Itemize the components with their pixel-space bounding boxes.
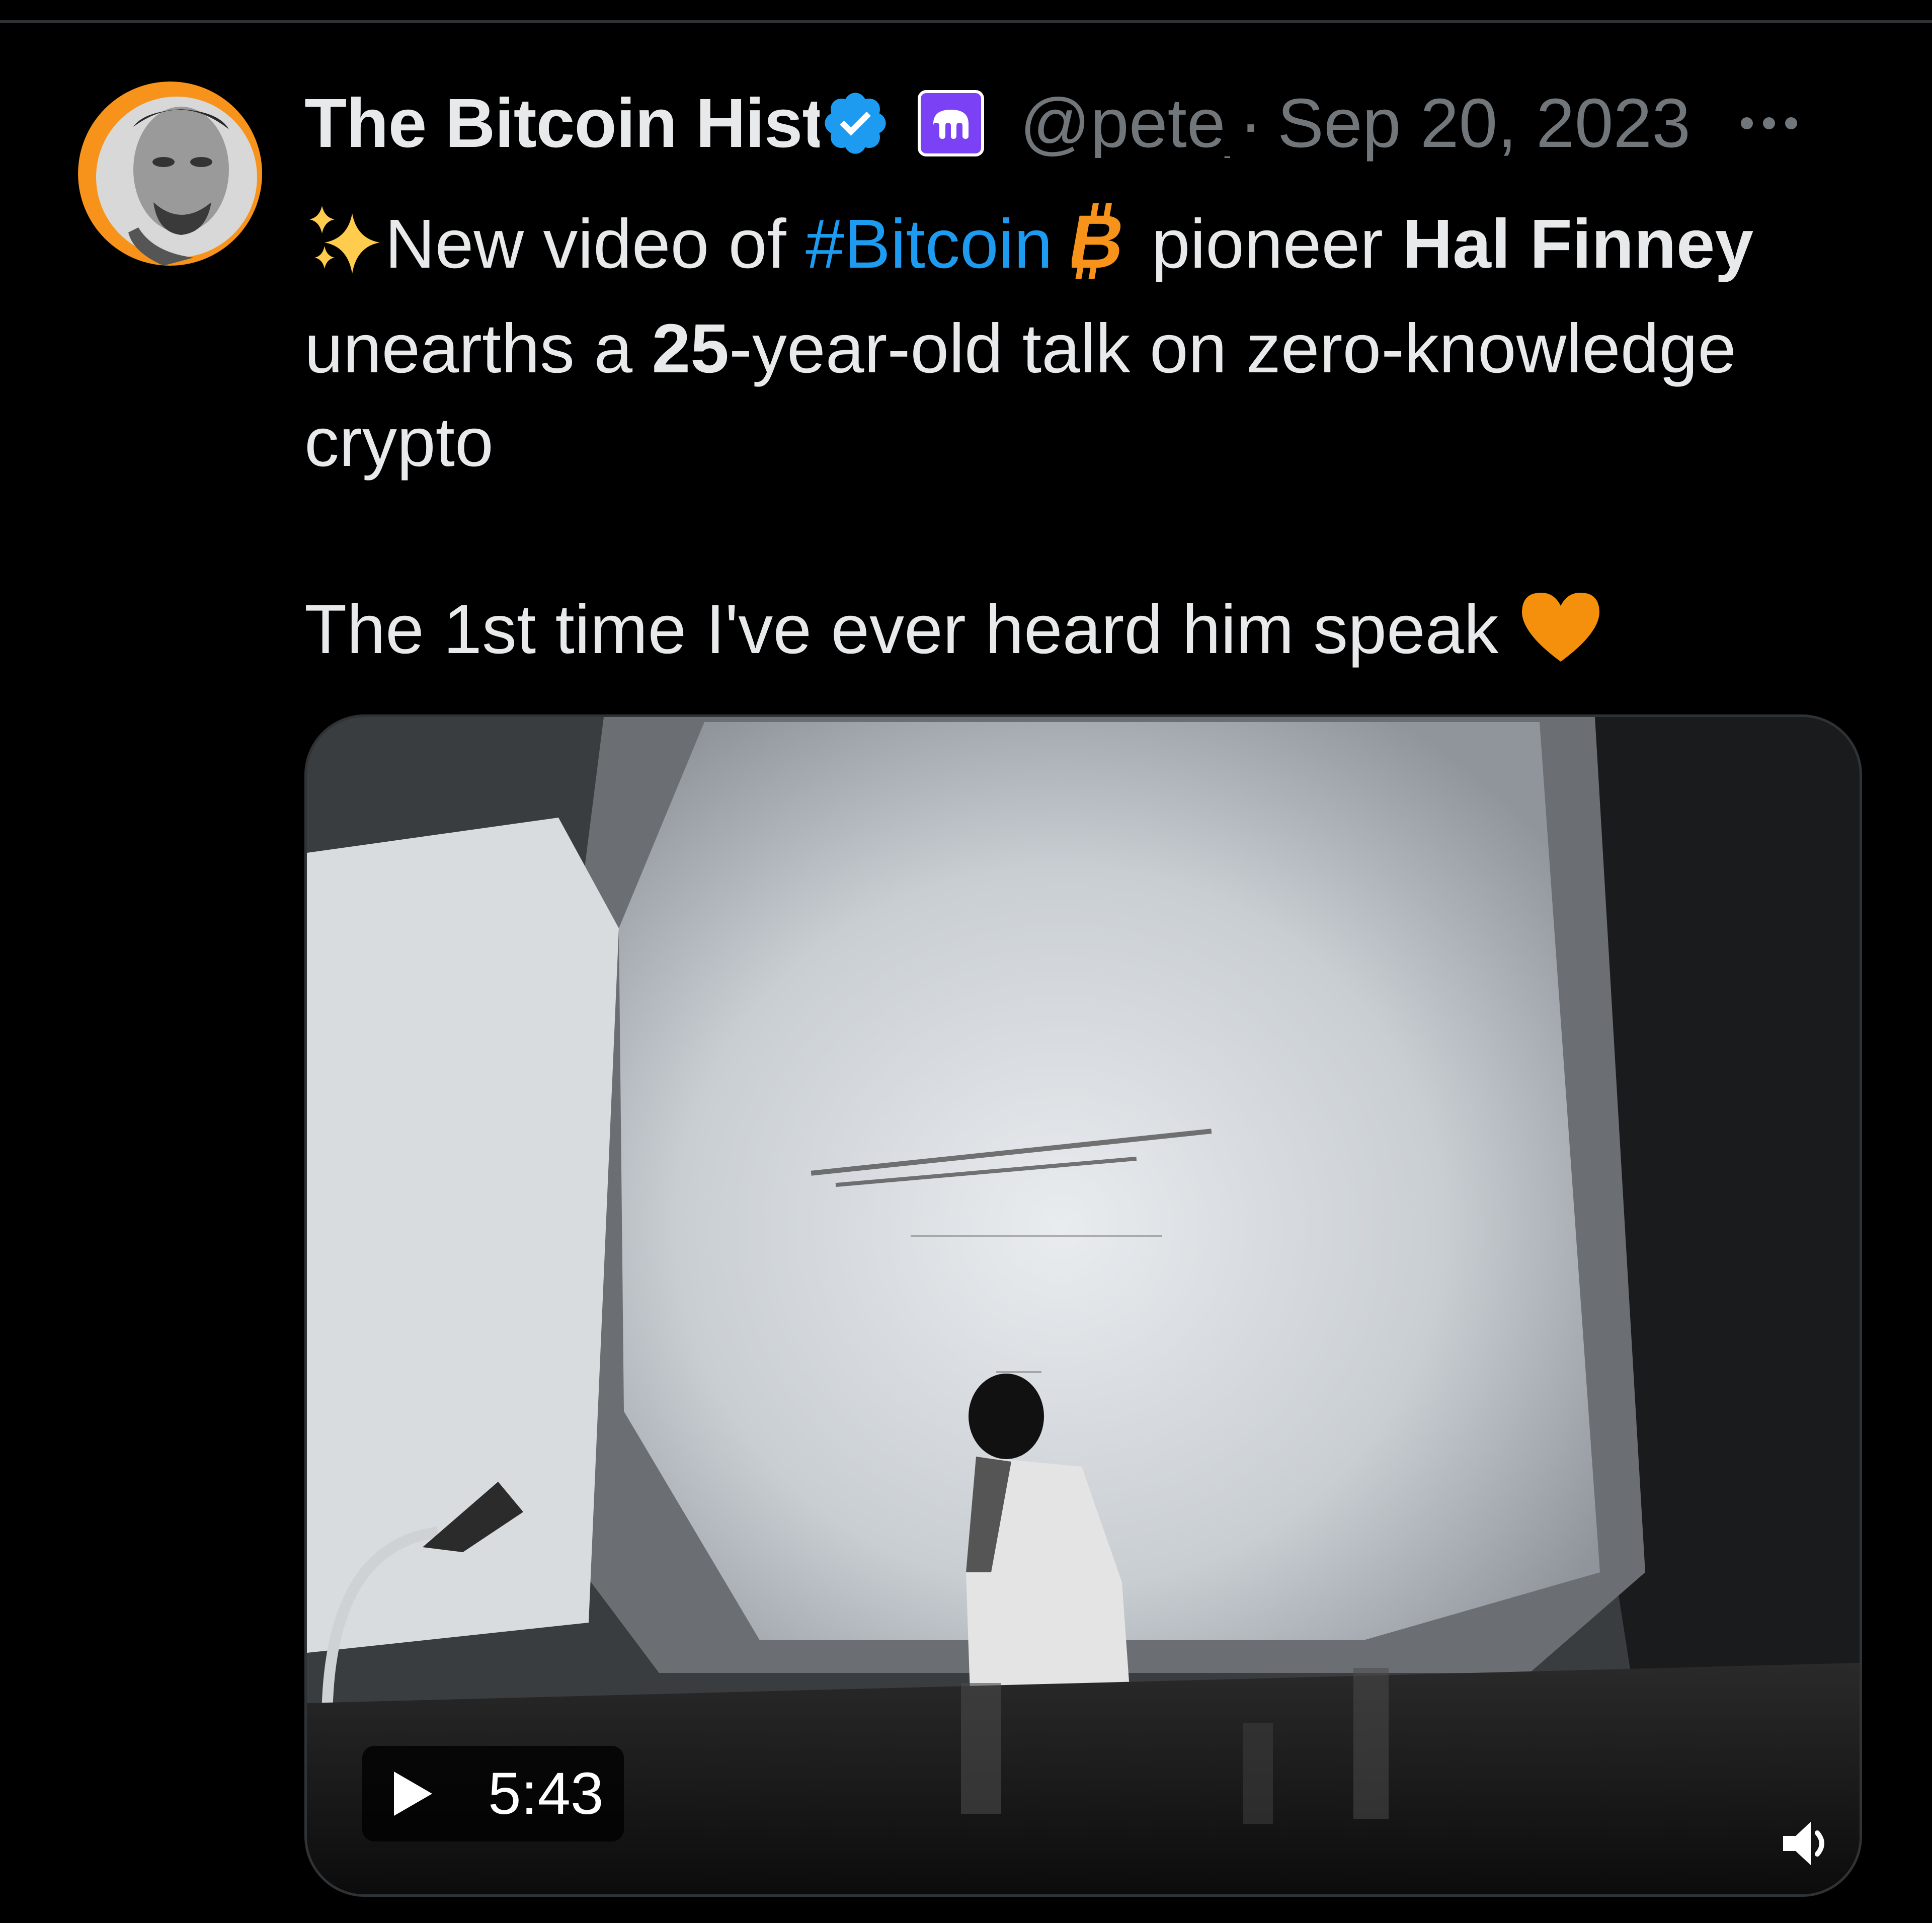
tweet-header: The Bitcoin Hist @pete_ · Sep 20, 2023	[304, 83, 1798, 164]
tweet-text-line-4: The 1st time I've ever heard him speak	[304, 583, 1874, 687]
tweet-text-line-3: crypto	[304, 404, 494, 481]
hashtag-link[interactable]: #Bitcoin	[806, 205, 1053, 283]
display-name[interactable]: The Bitcoin Hist	[304, 89, 820, 158]
bold-name: Hal Finney	[1402, 205, 1754, 283]
more-options-icon[interactable]	[1741, 117, 1798, 129]
avatar[interactable]	[78, 82, 263, 266]
text-segment: New video of	[385, 205, 806, 283]
author-handle[interactable]: @pete_	[1020, 89, 1230, 158]
video-duration-badge[interactable]: 5:43	[362, 1746, 624, 1841]
text-segment: unearths a	[304, 310, 652, 387]
volume-icon[interactable]	[1778, 1816, 1833, 1871]
separator-dot: ·	[1239, 85, 1262, 162]
video-thumbnail	[307, 717, 1860, 1894]
bitcoin-symbol-icon: B	[1063, 200, 1132, 302]
more-dot	[1763, 117, 1776, 129]
orange-heart-emoji	[1518, 589, 1603, 687]
top-divider	[0, 20, 1932, 23]
video-player[interactable]: 5:43	[304, 714, 1862, 1897]
play-icon[interactable]	[390, 1769, 435, 1819]
tweet-text: New video of #Bitcoin B pioneer Hal Finn…	[304, 197, 1874, 687]
text-segment: -year-old talk on zero-knowledge	[729, 310, 1736, 387]
sparkles-emoji	[304, 203, 385, 302]
verified-badge-icon[interactable]	[820, 88, 891, 159]
tweet-text-line-1: New video of #Bitcoin B pioneer Hal Finn…	[304, 197, 1874, 302]
more-dot	[1741, 117, 1753, 129]
kraken-affiliate-icon[interactable]	[917, 90, 985, 157]
video-duration: 5:43	[488, 1760, 604, 1827]
text-segment: The 1st time I've ever heard him speak	[304, 591, 1518, 668]
timestamp[interactable]: Sep 20, 2023	[1277, 89, 1691, 158]
text-segment: pioneer	[1132, 205, 1403, 283]
tweet-text-line-2: unearths a 25-year-old talk on zero-know…	[304, 302, 1874, 395]
avatar-photo	[78, 82, 262, 266]
bold-number: 25	[652, 310, 729, 387]
more-dot	[1785, 117, 1798, 129]
